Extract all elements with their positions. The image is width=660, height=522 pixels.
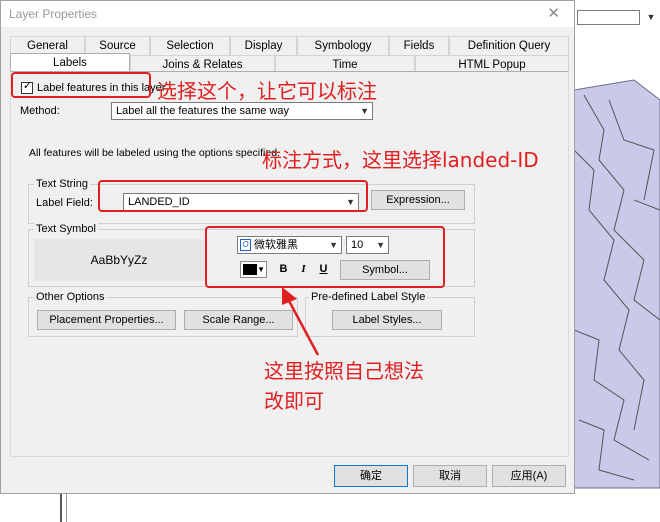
annotation-box-text-symbol	[205, 226, 445, 288]
map-scale-combo[interactable]	[577, 10, 640, 25]
annotation-custom-note-2: 改即可	[264, 389, 324, 413]
method-label: Method:	[20, 105, 60, 117]
text-string-title: Text String	[34, 178, 90, 190]
chevron-down-icon[interactable]: ▼	[644, 10, 658, 25]
close-icon[interactable]: ✕	[547, 4, 560, 22]
annotation-method-note: 标注方式，这里选择landed-ID	[262, 148, 539, 172]
title-bar[interactable]: Layer Properties ✕	[1, 1, 574, 27]
tab-selection[interactable]: Selection	[150, 36, 230, 55]
expression-button[interactable]: Expression...	[371, 190, 465, 210]
annotation-arrow	[282, 287, 320, 356]
bottom-divider-2	[66, 494, 67, 522]
annotation-custom-note-1: 这里按照自己想法	[264, 359, 424, 383]
ok-button[interactable]: 确定	[334, 465, 408, 487]
annotation-select-this: 选择这个，让它可以标注	[157, 79, 377, 103]
label-styles-button[interactable]: Label Styles...	[332, 310, 442, 330]
map-polygons	[574, 79, 660, 489]
tab-definition-query[interactable]: Definition Query	[449, 36, 569, 55]
text-symbol-preview: AaBbYyZz	[34, 239, 204, 281]
tab-symbology[interactable]: Symbology	[297, 36, 389, 55]
other-options-title: Other Options	[34, 291, 107, 303]
tab-labels[interactable]: Labels	[10, 53, 130, 72]
window-title: Layer Properties	[9, 7, 98, 21]
placement-properties-button[interactable]: Placement Properties...	[37, 310, 176, 330]
tab-display[interactable]: Display	[230, 36, 297, 55]
text-symbol-title: Text Symbol	[34, 223, 98, 235]
label-field-label: Label Field:	[36, 197, 93, 209]
apply-button[interactable]: 应用(A)	[492, 465, 566, 487]
chevron-down-icon[interactable]: ▼	[360, 103, 369, 119]
cancel-button[interactable]: 取消	[413, 465, 487, 487]
method-value: Label all the features the same way	[116, 105, 290, 117]
description-text: All features will be labeled using the o…	[29, 147, 280, 159]
annotation-box-label-field	[98, 180, 368, 212]
map-view	[574, 0, 660, 522]
annotation-box-checkbox	[11, 72, 151, 98]
tab-fields[interactable]: Fields	[389, 36, 449, 55]
bottom-divider	[60, 494, 62, 522]
method-select[interactable]: Label all the features the same way ▼	[111, 102, 373, 120]
